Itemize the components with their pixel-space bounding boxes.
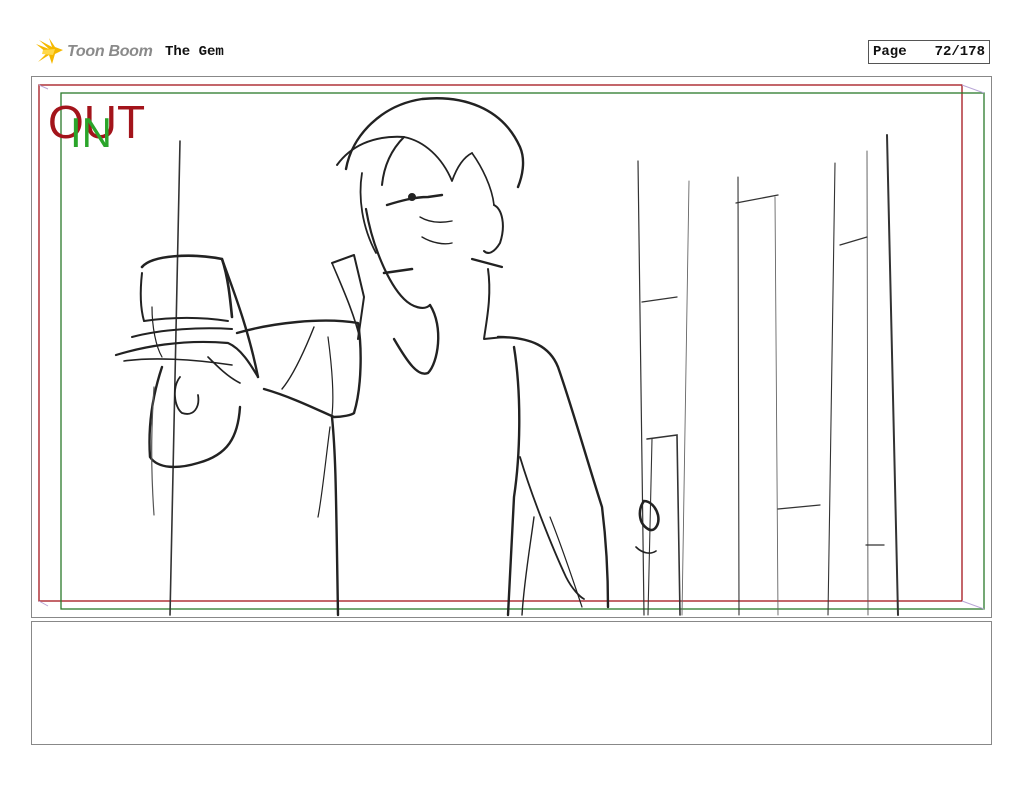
logo-text: Toon Boom (67, 43, 153, 60)
page-indicator: Page 72/178 (868, 40, 990, 64)
project-title: The Gem (165, 44, 224, 60)
panel-sketch (38, 84, 985, 617)
in-label: IN (70, 109, 112, 156)
character-sketch (114, 97, 660, 617)
page-number: 72/178 (934, 44, 985, 60)
page-label: Page (873, 44, 907, 60)
toon-boom-star-icon (36, 38, 63, 64)
background-bars (169, 134, 899, 616)
storyboard-panel: OUT IN (31, 76, 992, 618)
panel-notes (31, 621, 992, 745)
toon-boom-logo: Toon Boom (33, 36, 155, 68)
